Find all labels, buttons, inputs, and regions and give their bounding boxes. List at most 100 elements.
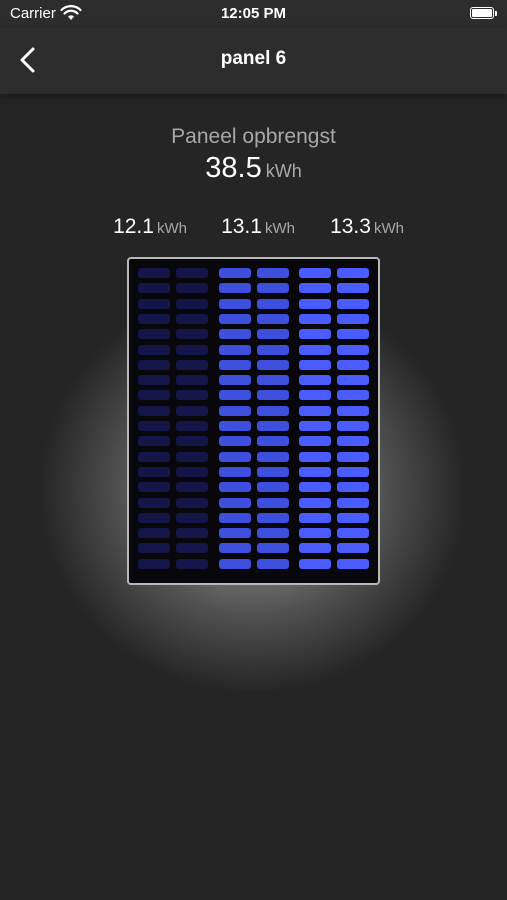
panel-cell <box>176 558 208 569</box>
total-value: 38.5 <box>205 152 262 184</box>
panel-cell <box>337 421 369 431</box>
panel-cell <box>337 436 369 447</box>
panel-cell <box>219 558 251 569</box>
battery-tip <box>495 11 497 16</box>
panel-cell <box>299 543 331 554</box>
string-yield-2: 13.1 kWh <box>203 214 313 242</box>
panel-cell <box>219 405 251 416</box>
panel-cell <box>299 482 331 493</box>
panel-cell <box>337 359 369 370</box>
panel-cell <box>337 451 369 462</box>
panel-cell <box>337 466 369 477</box>
panel-cell <box>176 512 208 523</box>
panel-cell <box>299 268 331 278</box>
panel-cell <box>176 466 208 477</box>
panel-cell <box>138 313 170 324</box>
panel-cell <box>337 375 369 386</box>
panel-cell <box>219 497 251 508</box>
status-time: 12:05 PM <box>220 5 287 22</box>
panel-cell <box>257 451 289 462</box>
string-yields: 12.1 kWh 13.1 kWh 13.3 kWh <box>0 214 507 244</box>
panel-cell <box>219 390 251 401</box>
panel-cell <box>257 313 289 324</box>
panel-cell <box>337 298 369 309</box>
panel-cell <box>337 344 369 355</box>
solar-panel[interactable] <box>127 257 380 585</box>
panel-cell <box>299 466 331 477</box>
panel-cell <box>138 451 170 462</box>
panel-cell <box>138 359 170 370</box>
panel-cell <box>219 528 251 539</box>
panel-cell <box>138 375 170 386</box>
panel-cell <box>138 543 170 554</box>
panel-cell <box>257 558 289 569</box>
panel-cell <box>138 405 170 416</box>
string-value: 13.3 <box>330 215 371 238</box>
panel-cell <box>257 344 289 355</box>
panel-cell <box>176 482 208 493</box>
panel-cell <box>257 405 289 416</box>
panel-cell <box>176 344 208 355</box>
panel-cell <box>257 298 289 309</box>
string-yield-3: 13.3 kWh <box>312 214 422 242</box>
panel-cell <box>176 543 208 554</box>
panel-cell <box>138 344 170 355</box>
panel-cell <box>337 528 369 539</box>
string-unit: kWh <box>264 220 295 237</box>
panel-cell <box>299 528 331 539</box>
panel-cell <box>299 436 331 447</box>
panel-cell <box>337 558 369 569</box>
panel-cell <box>138 421 170 431</box>
panel-cell <box>299 421 331 431</box>
panel-cell <box>337 329 369 340</box>
panel-cell <box>299 298 331 309</box>
panel-cell <box>219 359 251 370</box>
panel-cell <box>138 390 170 401</box>
panel-cell <box>176 390 208 401</box>
panel-cell <box>337 543 369 554</box>
string-value: 13.1 <box>221 215 262 238</box>
panel-cell <box>337 268 369 278</box>
yield-summary: Paneel opbrengst 38.5 kWh <box>0 124 507 189</box>
panel-cell <box>219 451 251 462</box>
panel-cell <box>138 329 170 340</box>
panel-cell <box>138 497 170 508</box>
panel-cell <box>299 313 331 324</box>
panel-cell <box>299 451 331 462</box>
panel-cell <box>219 313 251 324</box>
panel-cell <box>176 268 208 278</box>
panel-cell <box>219 512 251 523</box>
panel-cell <box>219 298 251 309</box>
panel-cell <box>138 298 170 309</box>
navigation-bar: panel 6 <box>0 28 507 94</box>
panel-cell <box>257 421 289 431</box>
panel-cell <box>138 268 170 278</box>
panel-cell <box>176 436 208 447</box>
panel-cell <box>337 390 369 401</box>
panel-cell <box>138 528 170 539</box>
panel-cell <box>337 482 369 493</box>
panel-cell <box>219 436 251 447</box>
panel-cell <box>257 268 289 278</box>
panel-cell <box>299 329 331 340</box>
panel-cell <box>176 451 208 462</box>
panel-cell <box>176 359 208 370</box>
panel-cell <box>219 283 251 294</box>
panel-cell <box>176 283 208 294</box>
string-yield-1: 12.1 kWh <box>95 214 205 242</box>
panel-cell <box>176 375 208 386</box>
panel-cell <box>176 313 208 324</box>
panel-cell <box>257 283 289 294</box>
panel-cell <box>219 344 251 355</box>
panel-cell <box>337 283 369 294</box>
panel-cell <box>219 329 251 340</box>
panel-cell <box>337 405 369 416</box>
battery-icon <box>470 7 494 19</box>
panel-cell <box>219 268 251 278</box>
panel-cell <box>176 528 208 539</box>
panel-cell <box>138 558 170 569</box>
string-unit: kWh <box>156 220 187 237</box>
panel-cell <box>257 482 289 493</box>
panel-cell <box>138 482 170 493</box>
panel-cell <box>337 497 369 508</box>
